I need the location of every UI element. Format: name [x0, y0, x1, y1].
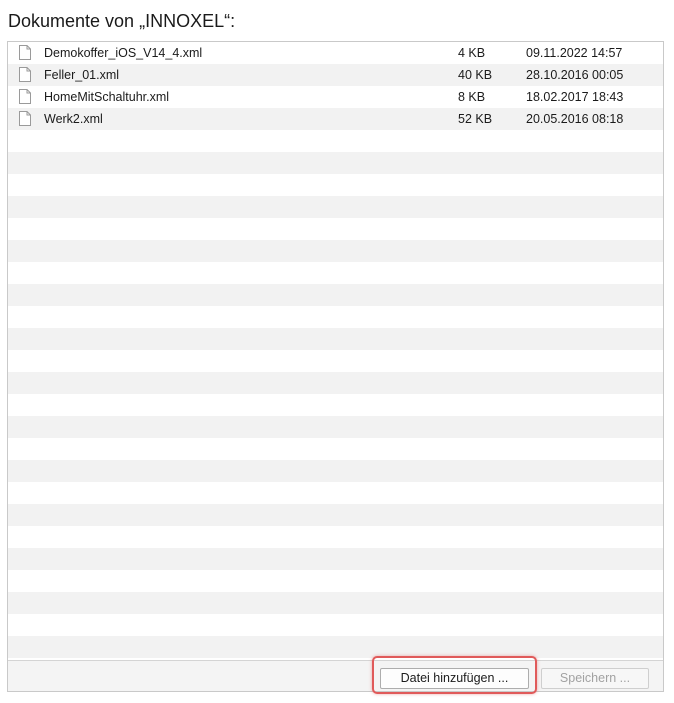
file-date: 18.02.2017 18:43: [526, 90, 624, 104]
file-name: Demokoffer_iOS_V14_4.xml: [44, 46, 203, 60]
file-size: 4 KB: [458, 46, 486, 60]
file-row[interactable]: HomeMitSchaltuhr.xml 8 KB 18.02.2017 18:43: [8, 86, 663, 108]
document-icon: [19, 89, 31, 104]
file-size: 8 KB: [458, 90, 486, 104]
file-date: 28.10.2016 00:05: [526, 68, 624, 82]
file-date: 09.11.2022 14:57: [526, 46, 623, 60]
file-name: HomeMitSchaltuhr.xml: [44, 90, 170, 104]
file-size: 52 KB: [458, 112, 493, 126]
add-file-button[interactable]: Datei hinzufügen ...: [380, 668, 529, 689]
document-icon: [19, 67, 31, 82]
save-button: Speichern ...: [541, 668, 649, 689]
document-icon: [19, 45, 31, 60]
page-title: Dokumente von „INNOXEL“:: [8, 11, 236, 31]
file-list[interactable]: Demokoffer_iOS_V14_4.xml 4 KB 09.11.2022 1…: [8, 42, 663, 660]
file-row[interactable]: Werk2.xml 52 KB 20.05.2016 08:18: [8, 108, 663, 130]
file-row[interactable]: Demokoffer_iOS_V14_4.xml 4 KB 09.11.2022 1…: [8, 42, 663, 64]
file-row[interactable]: Feller_01.xml 40 KB 28.10.2016 00:05: [8, 64, 663, 86]
file-size: 40 KB: [458, 68, 493, 82]
footer-bar: Datei hinzufügen ... Speichern ...: [8, 656, 663, 694]
file-name: Werk2.xml: [44, 112, 103, 126]
file-date: 20.05.2016 08:18: [526, 112, 624, 126]
documents-panel: Demokoffer_iOS_V14_4.xml 4 KB 09.11.2022 1…: [7, 41, 664, 694]
document-icon: [19, 111, 31, 126]
file-name: Feller_01.xml: [44, 68, 120, 82]
